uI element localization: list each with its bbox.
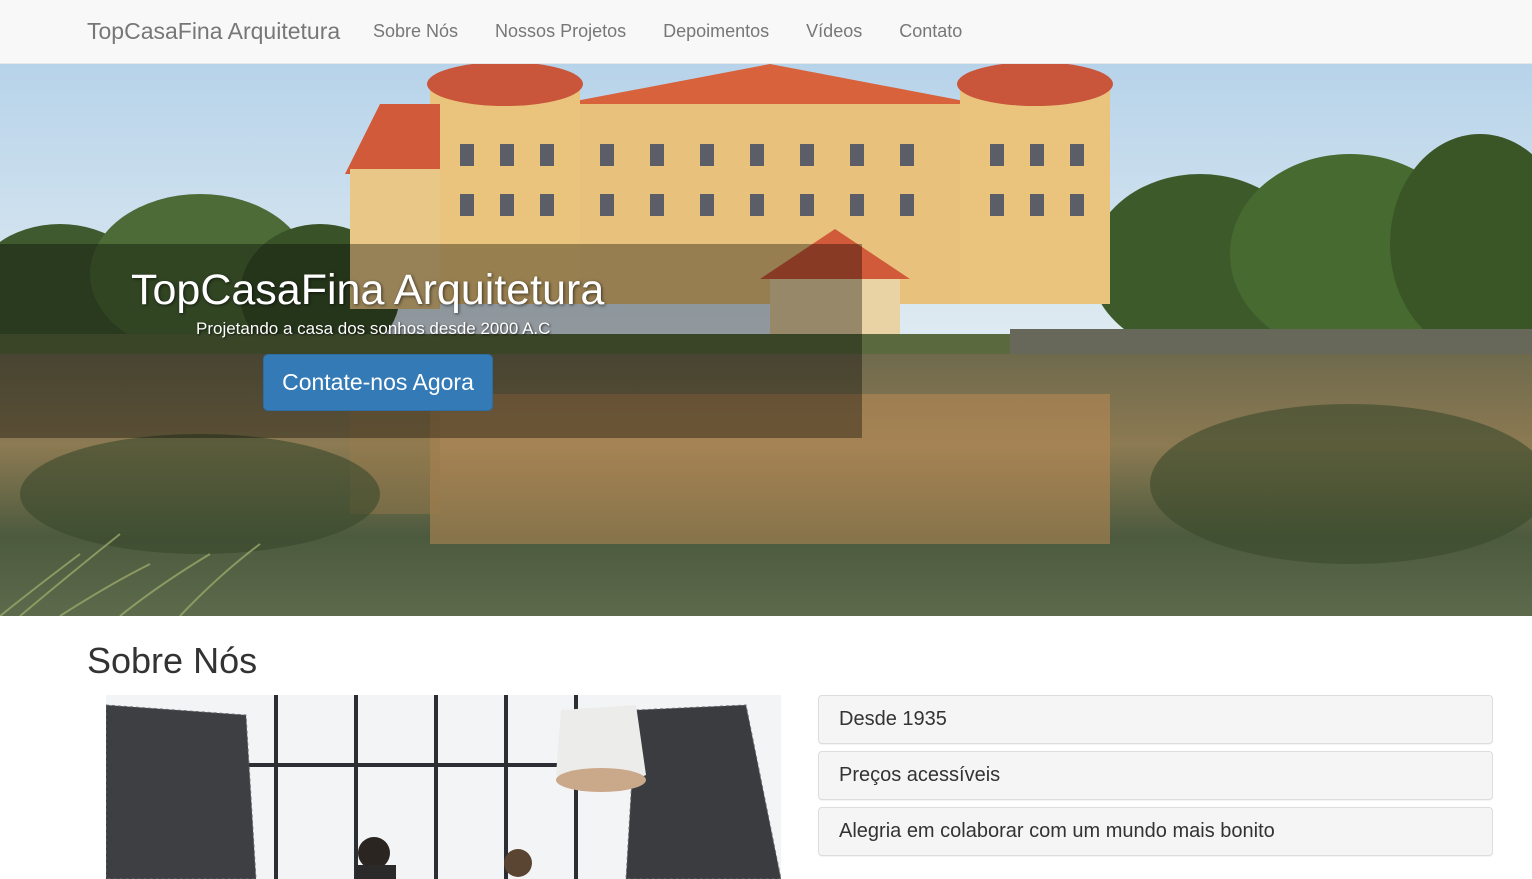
- hero-subtitle: Projetando a casa dos sonhos desde 2000 …: [196, 319, 551, 338]
- nav-link-depoimentos[interactable]: Depoimentos: [663, 21, 769, 42]
- nav-link-nossos-projetos[interactable]: Nossos Projetos: [495, 21, 626, 42]
- nav-link-videos[interactable]: Vídeos: [806, 21, 862, 42]
- feature-panel-affordable-prices[interactable]: Preços acessíveis: [818, 751, 1493, 800]
- about-office-image: [106, 695, 781, 879]
- top-navbar: TopCasaFina Arquitetura Sobre Nós Nossos…: [0, 0, 1532, 64]
- hero-title: TopCasaFina Arquitetura: [131, 266, 605, 314]
- feature-panel-joy-collaborating[interactable]: Alegria em colaborar com um mundo mais b…: [818, 807, 1493, 856]
- nav-links: Sobre Nós Nossos Projetos Depoimentos Ví…: [373, 21, 999, 42]
- about-section-title: Sobre Nós: [87, 640, 258, 681]
- features-list: Desde 1935 Preços acessíveis Alegria em …: [818, 695, 1493, 863]
- feature-panel-since-1935[interactable]: Desde 1935: [818, 695, 1493, 744]
- hero-banner: TopCasaFina Arquitetura Projetando a cas…: [0, 64, 1532, 616]
- nav-link-sobre-nos[interactable]: Sobre Nós: [373, 21, 458, 42]
- contact-now-button[interactable]: Contate-nos Agora: [263, 354, 493, 411]
- navbar-brand[interactable]: TopCasaFina Arquitetura: [87, 18, 340, 45]
- nav-link-contato[interactable]: Contato: [899, 21, 962, 42]
